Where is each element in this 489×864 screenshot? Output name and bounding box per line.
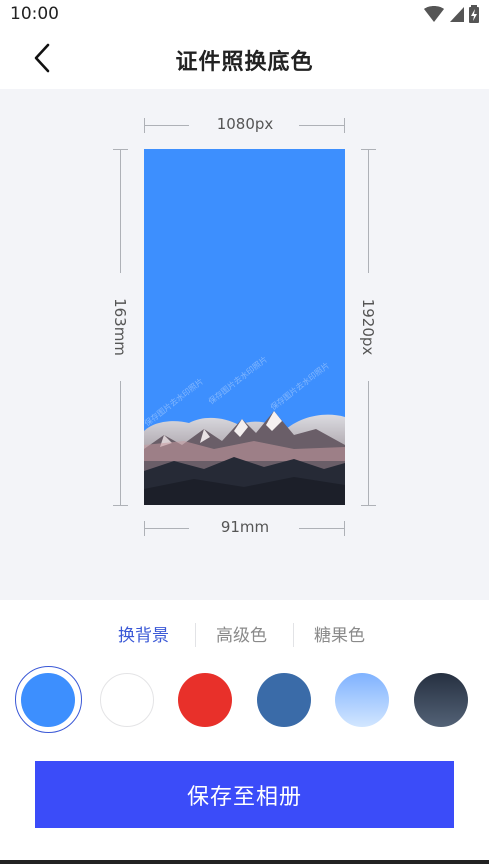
tab-candy-colors[interactable]: 糖果色 [314,621,365,646]
height-mm-tick-bottom [113,505,128,506]
height-px-label: 1920px [359,298,377,356]
swatch-red[interactable] [178,673,232,727]
status-time: 10:00 [10,4,59,24]
tab-advanced-colors[interactable]: 高级色 [216,621,267,646]
photo-preview: 保存图片去水印照片 保存图片去水印照片 保存图片去水印照片 [144,149,345,505]
tab-divider [195,623,196,647]
height-mm-line-top [120,149,121,273]
status-icons [423,5,479,23]
height-px-line-bottom [368,381,369,505]
swatch-slate-gradient[interactable] [414,673,468,727]
color-category-tabs: 换背景 高级色 糖果色 [0,618,489,650]
swatch-white[interactable] [100,673,154,727]
width-dimension-line-left [144,125,189,126]
height-mm-label: 163mm [111,298,129,356]
width-px-label: 1080px [216,115,274,133]
width-dimension-tick-right [344,118,345,133]
header: 证件照换底色 [0,30,489,88]
width-mm-line-right [299,528,345,529]
width-mm-tick-left [144,521,145,536]
swatch-blue[interactable] [21,673,75,727]
height-px-line-top [368,149,369,273]
tab-change-background[interactable]: 换背景 [118,621,169,646]
wifi-icon [424,6,444,22]
save-to-album-button[interactable]: 保存至相册 [35,761,454,828]
width-mm-label: 91mm [220,518,270,536]
width-dimension-tick-left [144,118,145,133]
height-mm-line-bottom [120,381,121,505]
cellular-signal-icon [450,7,464,22]
status-bar: 10:00 [0,0,489,28]
swatch-dark-blue[interactable] [257,673,311,727]
width-mm-tick-right [344,521,345,536]
screen-bottom-border [0,860,489,864]
height-px-tick-bottom [361,505,376,506]
swatch-light-blue-gradient[interactable] [335,673,389,727]
battery-icon [469,5,479,23]
width-dimension-line-right [299,125,345,126]
mountain-landscape-image [144,411,345,505]
tab-divider [293,623,294,647]
width-mm-line-left [144,528,189,529]
height-mm-tick-top [113,149,128,150]
page-title: 证件照换底色 [175,50,314,75]
height-px-tick-top [361,149,376,150]
